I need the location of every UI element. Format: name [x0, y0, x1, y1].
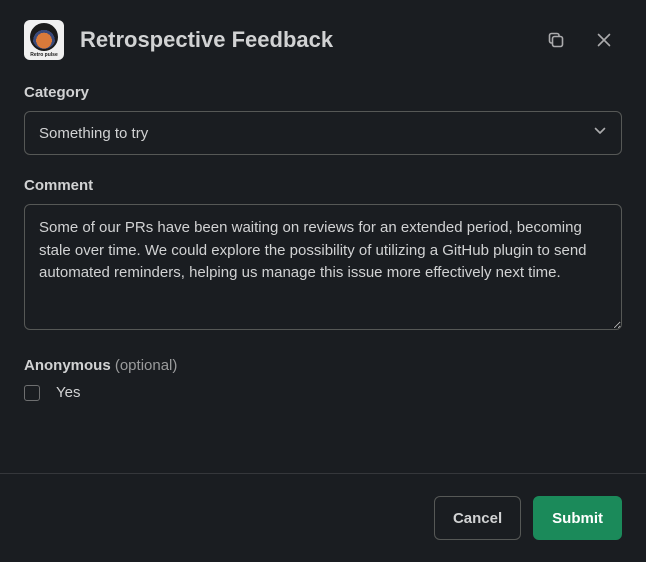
copy-button[interactable] [538, 22, 574, 58]
category-select-value: Something to try [39, 125, 148, 142]
category-field: Category Something to try [24, 84, 622, 155]
modal-title: Retrospective Feedback [80, 27, 522, 53]
header-actions [538, 22, 622, 58]
anonymous-checkbox[interactable] [24, 385, 40, 401]
modal-container: Retro pulse Retrospective Feedback Categ… [0, 0, 646, 562]
modal-header: Retro pulse Retrospective Feedback [0, 0, 646, 76]
anonymous-field: Anonymous (optional) Yes [24, 357, 622, 401]
submit-button[interactable]: Submit [533, 496, 622, 540]
copy-icon [546, 30, 566, 50]
anonymous-optional: (optional) [115, 357, 178, 374]
close-icon [594, 30, 614, 50]
category-label: Category [24, 84, 622, 101]
anonymous-label-text: Anonymous [24, 357, 111, 374]
modal-body: Category Something to try Comment Anonym… [0, 76, 646, 473]
retro-pulse-icon [30, 23, 58, 51]
app-icon-label: Retro pulse [30, 52, 58, 58]
comment-label: Comment [24, 177, 622, 194]
comment-field: Comment [24, 177, 622, 335]
cancel-button[interactable]: Cancel [434, 496, 521, 540]
comment-textarea[interactable] [24, 204, 622, 330]
modal-footer: Cancel Submit [0, 473, 646, 562]
anonymous-option-label: Yes [56, 384, 80, 401]
category-select[interactable]: Something to try [24, 111, 622, 155]
category-select-wrap: Something to try [24, 111, 622, 155]
close-button[interactable] [586, 22, 622, 58]
anonymous-label: Anonymous (optional) [24, 357, 622, 374]
app-icon: Retro pulse [24, 20, 64, 60]
anonymous-option-row[interactable]: Yes [24, 384, 622, 401]
